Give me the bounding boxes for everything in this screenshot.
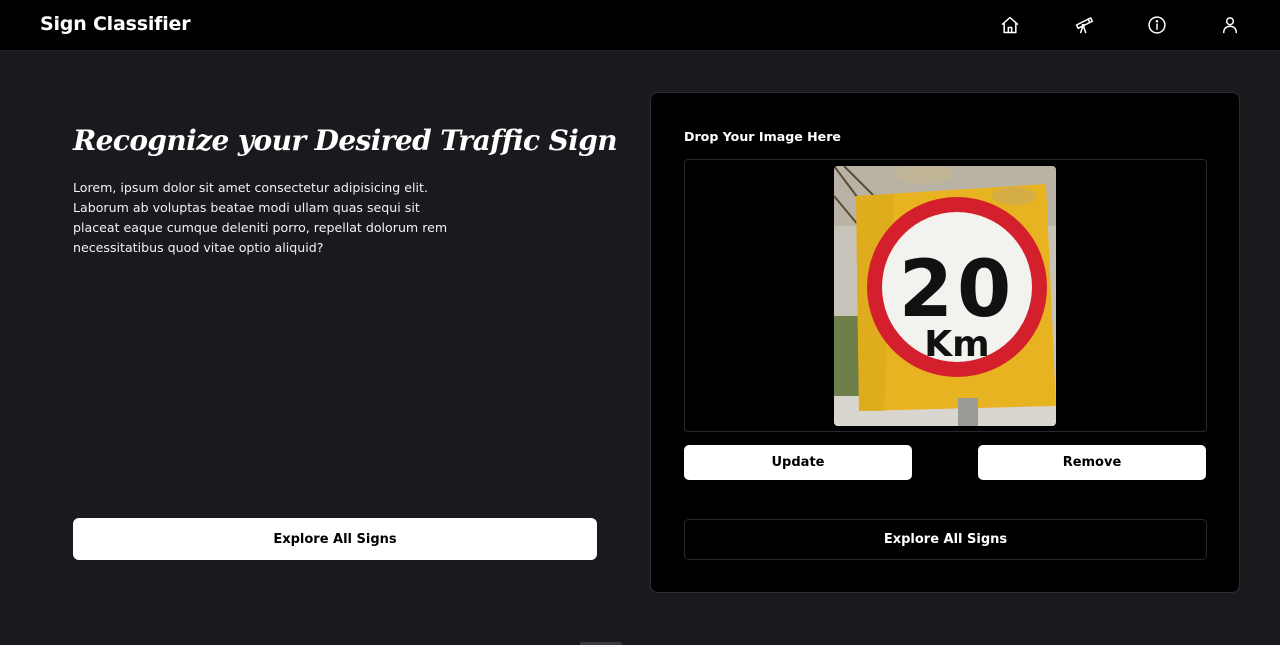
telescope-icon[interactable] [1072,13,1096,37]
explore-all-signs-button[interactable]: Explore All Signs [73,518,597,560]
home-icon[interactable] [998,13,1022,37]
hero-description: Lorem, ipsum dolor sit amet consectetur … [73,180,448,255]
sign-number: 20 [899,245,1016,335]
navbar: Sign Classifier [0,0,1280,51]
info-icon[interactable] [1145,13,1169,37]
sign-unit: Km [924,324,989,365]
image-drop-zone[interactable]: 20 Km [684,159,1207,432]
drop-label: Drop Your Image Here [684,129,841,144]
uploaded-image-preview: 20 Km [834,166,1056,426]
remove-button[interactable]: Remove [978,445,1206,480]
traffic-sign-photo: 20 Km [834,166,1056,426]
update-button[interactable]: Update [684,445,912,480]
brand-title[interactable]: Sign Classifier [40,13,191,35]
explore-all-signs-card-button[interactable]: Explore All Signs [684,519,1207,560]
upload-card: Drop Your Image Here 20 Km Update Remove… [650,92,1240,593]
page-title: Recognize your Desired Traffic Sign [73,124,618,157]
user-icon[interactable] [1218,13,1242,37]
